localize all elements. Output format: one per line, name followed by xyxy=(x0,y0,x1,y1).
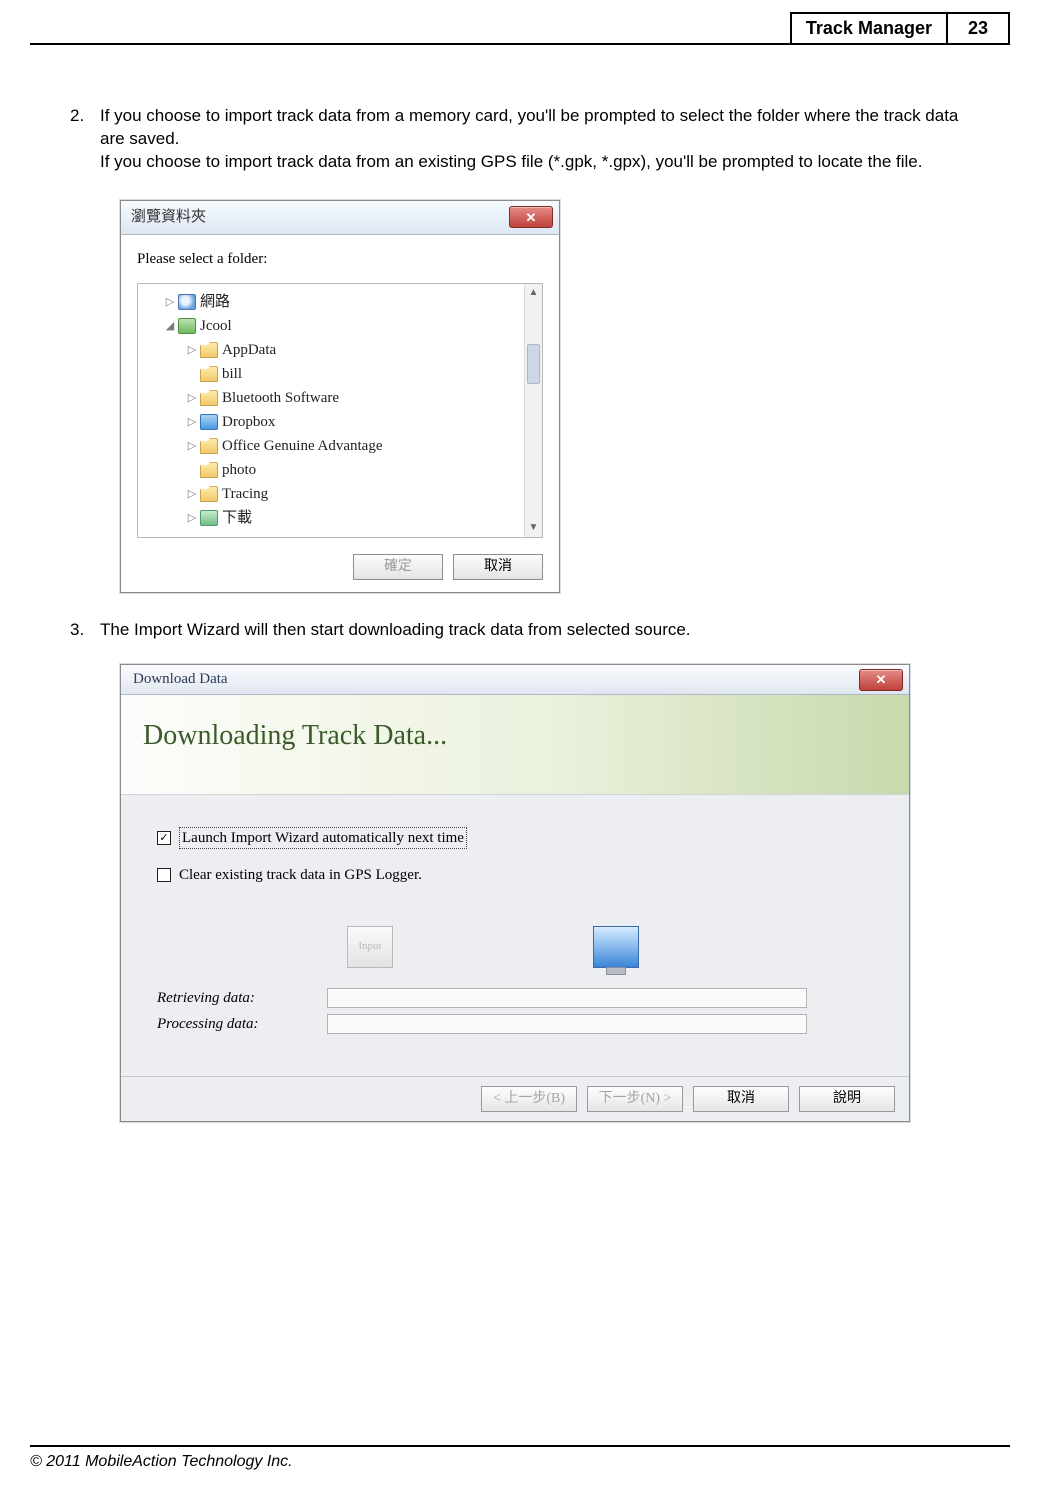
tree-item-label: 下載 xyxy=(222,508,252,528)
expand-icon[interactable]: ▷ xyxy=(186,439,198,454)
help-button[interactable]: 說明 xyxy=(799,1086,895,1112)
cancel-button[interactable]: 取消 xyxy=(453,554,543,580)
dialog-titlebar[interactable]: Download Data ✕ xyxy=(121,665,909,695)
tree-item[interactable]: photo xyxy=(142,458,542,482)
next-button[interactable]: 下一步(N) > xyxy=(587,1086,683,1112)
net-icon xyxy=(178,294,196,310)
retrieving-row: Retrieving data: xyxy=(157,988,885,1008)
step-number: 2. xyxy=(70,105,100,174)
checkbox-label: Clear existing track data in GPS Logger. xyxy=(179,865,422,885)
close-button[interactable]: ✕ xyxy=(509,206,553,228)
ok-button[interactable]: 確定 xyxy=(353,554,443,580)
retrieving-label: Retrieving data: xyxy=(157,988,327,1008)
copyright: © 2011 MobileAction Technology Inc. xyxy=(30,1453,293,1470)
scroll-thumb[interactable] xyxy=(527,344,540,384)
tree-item-label: Dropbox xyxy=(222,412,275,432)
close-icon: ✕ xyxy=(876,671,887,689)
tree-item[interactable]: ▷ 網路 xyxy=(142,290,542,314)
checkbox-clear-data[interactable]: Clear existing track data in GPS Logger. xyxy=(157,865,885,885)
expand-icon[interactable]: ▷ xyxy=(186,343,198,358)
expand-icon[interactable]: ▷ xyxy=(186,391,198,406)
close-button[interactable]: ✕ xyxy=(859,669,903,691)
dialog-title: 瀏覽資料夾 xyxy=(131,207,509,227)
processing-label: Processing data: xyxy=(157,1014,327,1034)
tree-item-label: Jcool xyxy=(200,316,232,336)
tree-item[interactable]: ▷ Tracing xyxy=(142,482,542,506)
tree-item[interactable]: ▷ 下載 xyxy=(142,506,542,530)
dl-icon xyxy=(200,510,218,526)
step-3-line-1: The Import Wizard will then start downlo… xyxy=(100,620,691,639)
tree-item[interactable]: ▷ Bluetooth Software xyxy=(142,386,542,410)
retrieving-progress xyxy=(327,988,807,1008)
checkbox-auto-launch[interactable]: Launch Import Wizard automatically next … xyxy=(157,827,885,849)
browse-folder-dialog: 瀏覽資料夾 ✕ Please select a folder: ▷ 網路 ◢ Jcoo… xyxy=(120,200,560,593)
folder-select-label: Please select a folder: xyxy=(137,249,543,269)
processing-progress xyxy=(327,1014,807,1034)
cancel-button[interactable]: 取消 xyxy=(693,1086,789,1112)
device-source-icon: Input xyxy=(347,926,393,968)
checkbox-label: Launch Import Wizard automatically next … xyxy=(179,827,467,849)
expand-icon[interactable]: ▷ xyxy=(186,415,198,430)
tree-item-label: bill xyxy=(222,364,242,384)
tree-item[interactable]: bill xyxy=(142,362,542,386)
tree-item-label: Bluetooth Software xyxy=(222,388,339,408)
dialog-title: Download Data xyxy=(133,669,859,689)
tree-item-label: Tracing xyxy=(222,484,268,504)
step-2: 2. If you choose to import track data fr… xyxy=(70,105,970,174)
tree-item-label: photo xyxy=(222,460,256,480)
checkbox-icon[interactable] xyxy=(157,831,171,845)
tree-item-label: 網路 xyxy=(200,292,230,312)
dialog-banner: Downloading Track Data... xyxy=(121,695,909,795)
header-page-number: 23 xyxy=(948,12,1010,43)
back-button[interactable]: < 上一步(B) xyxy=(481,1086,577,1112)
scroll-down-button[interactable]: ▼ xyxy=(525,519,542,537)
close-icon: ✕ xyxy=(526,209,537,227)
tree-item[interactable]: ◢ Jcool xyxy=(142,314,542,338)
scrollbar[interactable]: ▲ ▼ xyxy=(524,284,542,537)
expand-icon[interactable]: ▷ xyxy=(186,487,198,502)
transfer-graphic: Input xyxy=(347,926,885,968)
header-title: Track Manager xyxy=(790,12,948,43)
folder-icon xyxy=(200,390,218,406)
folder-icon xyxy=(200,486,218,502)
dropbox-icon xyxy=(200,414,218,430)
page-header: Track Manager 23 xyxy=(30,12,1010,45)
checkbox-icon[interactable] xyxy=(157,868,171,882)
step-2-line-2: If you choose to import track data from … xyxy=(100,152,922,171)
step-number: 3. xyxy=(70,619,100,642)
folder-icon xyxy=(200,438,218,454)
dialog-titlebar[interactable]: 瀏覽資料夾 ✕ xyxy=(121,201,559,235)
tree-item[interactable]: ▷ Office Genuine Advantage xyxy=(142,434,542,458)
tree-item-label: AppData xyxy=(222,340,276,360)
folder-tree[interactable]: ▷網路◢Jcool▷AppDatabill▷Bluetooth Software… xyxy=(137,283,543,538)
download-data-dialog: Download Data ✕ Downloading Track Data..… xyxy=(120,664,910,1122)
expand-icon[interactable]: ◢ xyxy=(164,319,176,334)
step-3: 3. The Import Wizard will then start dow… xyxy=(70,619,970,642)
expand-icon[interactable]: ▷ xyxy=(164,295,176,310)
tree-item[interactable]: ▷ AppData xyxy=(142,338,542,362)
tree-item-label: Office Genuine Advantage xyxy=(222,436,383,456)
expand-icon[interactable]: ▷ xyxy=(186,511,198,526)
step-2-line-1: If you choose to import track data from … xyxy=(100,106,958,148)
folder-icon xyxy=(200,366,218,382)
scroll-up-button[interactable]: ▲ xyxy=(525,284,542,302)
tree-item[interactable]: ▷ Dropbox xyxy=(142,410,542,434)
folder-icon xyxy=(200,342,218,358)
user-icon xyxy=(178,318,196,334)
page-footer: © 2011 MobileAction Technology Inc. xyxy=(30,1445,1010,1471)
folder-icon xyxy=(200,462,218,478)
processing-row: Processing data: xyxy=(157,1014,885,1034)
device-target-icon xyxy=(593,926,639,968)
